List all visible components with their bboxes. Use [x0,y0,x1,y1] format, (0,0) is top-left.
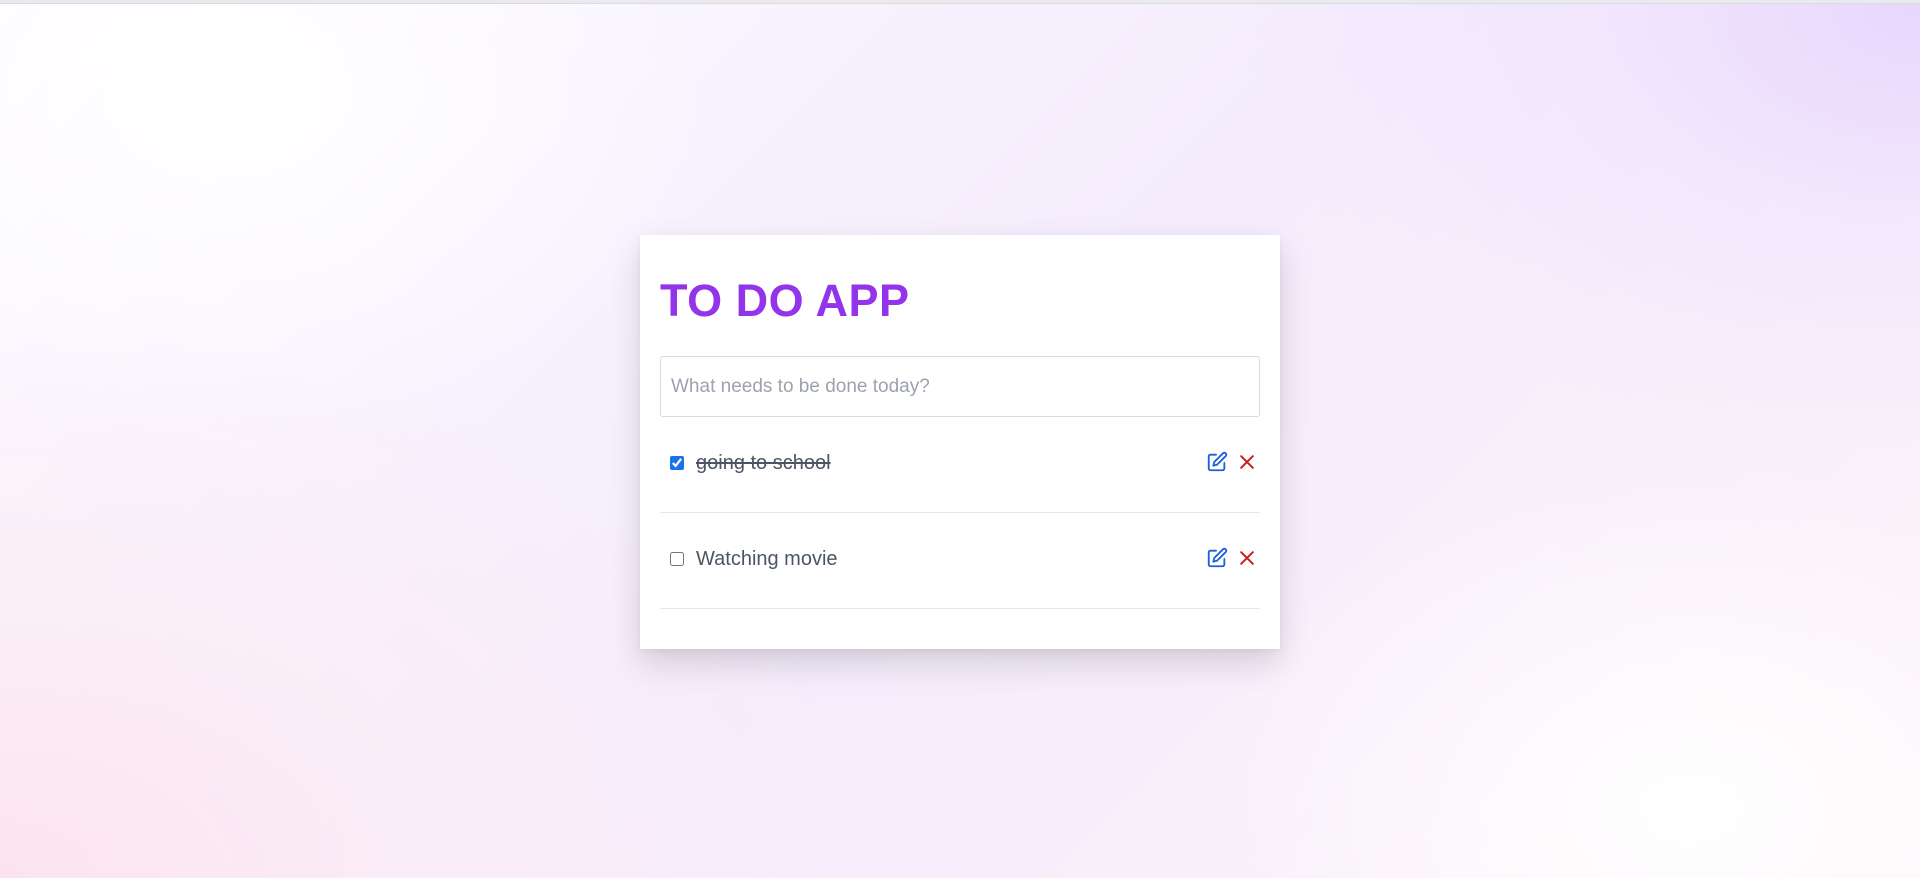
todo-complete-checkbox[interactable] [670,552,684,566]
close-icon[interactable] [1236,451,1258,473]
todo-text: Watching movie [696,548,838,570]
todo-card: TO DO APP going to school [640,235,1280,649]
todo-actions [1206,547,1258,569]
edit-icon[interactable] [1206,547,1228,569]
browser-top-edge [0,0,1920,4]
todo-list: going to school Watching movie [660,417,1260,609]
todo-item: going to school [660,417,1260,513]
close-icon[interactable] [1236,547,1258,569]
todo-text: going to school [696,452,831,474]
app-title: TO DO APP [660,275,910,326]
todo-item: Watching movie [660,513,1260,609]
todo-actions [1206,451,1258,473]
new-task-input[interactable] [660,356,1260,417]
todo-complete-checkbox[interactable] [670,456,684,470]
edit-icon[interactable] [1206,451,1228,473]
